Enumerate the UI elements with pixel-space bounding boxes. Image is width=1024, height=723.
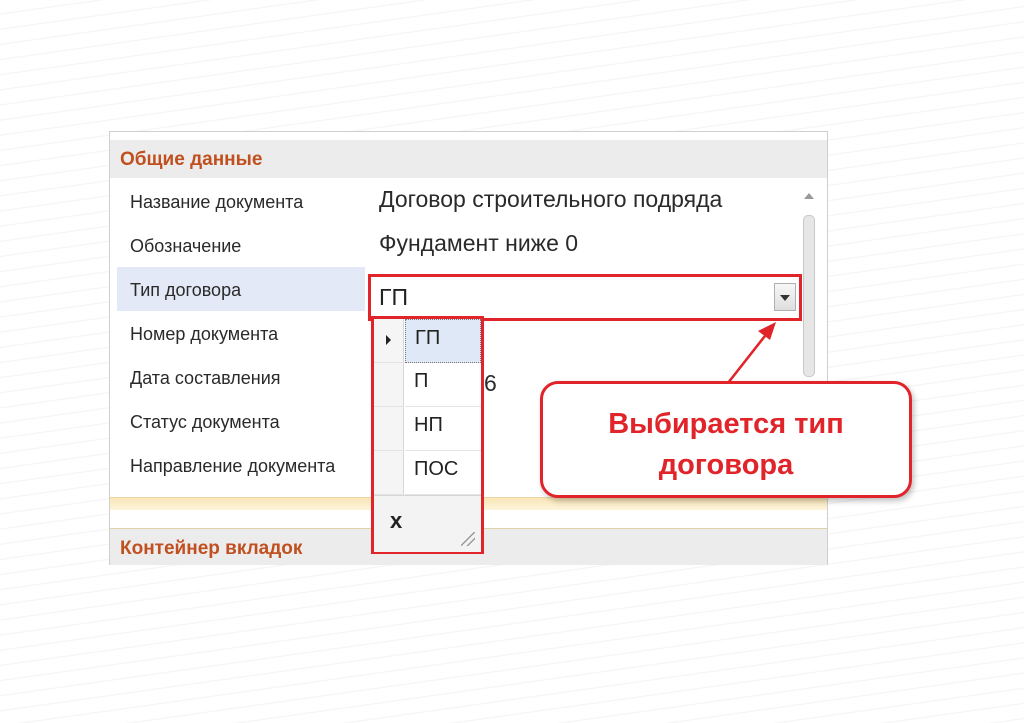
group-header-general[interactable]: Общие данные [110, 140, 827, 178]
contract-type-combobox[interactable]: ГП [368, 274, 802, 321]
vertical-scrollbar[interactable] [800, 179, 818, 379]
property-value[interactable]: Фундамент ниже 0 [373, 223, 803, 267]
close-icon[interactable]: x [390, 508, 402, 534]
resize-grip-icon[interactable] [461, 532, 475, 546]
dropdown-option-label[interactable]: ГП [405, 319, 481, 363]
property-label: Дата составления [130, 368, 281, 388]
row-indicator-cell [374, 407, 404, 451]
dropdown-option-label[interactable]: НП [405, 407, 481, 451]
property-label: Название документа [130, 192, 304, 212]
chevron-down-icon[interactable] [774, 283, 796, 311]
callout-text-line-1: Выбирается тип [608, 408, 844, 440]
dropdown-option-label[interactable]: ПОС [405, 451, 481, 495]
dropdown-option[interactable]: ПОС [374, 451, 481, 495]
dropdown-option[interactable]: НП [374, 407, 481, 451]
dropdown-options: ГП П НП ПОС [374, 319, 481, 495]
annotation-callout: Выбирается тип договора [540, 381, 912, 498]
dropdown-option-label[interactable]: П [405, 363, 481, 407]
dropdown-option[interactable]: П [374, 363, 481, 407]
row-indicator-cell [374, 363, 404, 407]
scroll-thumb[interactable] [803, 215, 815, 377]
scroll-up-icon[interactable] [804, 193, 814, 199]
callout-text-line-2: договора [658, 449, 794, 481]
contract-type-value: ГП [379, 284, 408, 310]
row-pointer-icon [374, 319, 404, 363]
dropdown-footer: x [374, 495, 481, 552]
property-label: Статус документа [130, 412, 280, 432]
obscured-value-fragment: 6 [484, 370, 497, 396]
property-label: Номер документа [130, 324, 279, 344]
property-value[interactable]: Договор строительного подряда [373, 179, 803, 223]
property-label: Направление документа [130, 456, 336, 476]
property-label: Обозначение [130, 236, 242, 256]
property-row-document-name[interactable]: Название документа Договор строительного… [117, 179, 800, 223]
property-row-designation[interactable]: Обозначение Фундамент ниже 0 [117, 223, 800, 267]
row-indicator-cell [374, 451, 404, 495]
dropdown-option[interactable]: ГП [374, 319, 481, 363]
property-label: Тип договора [117, 267, 365, 311]
contract-type-dropdown-list[interactable]: ГП П НП ПОС x [371, 316, 484, 554]
